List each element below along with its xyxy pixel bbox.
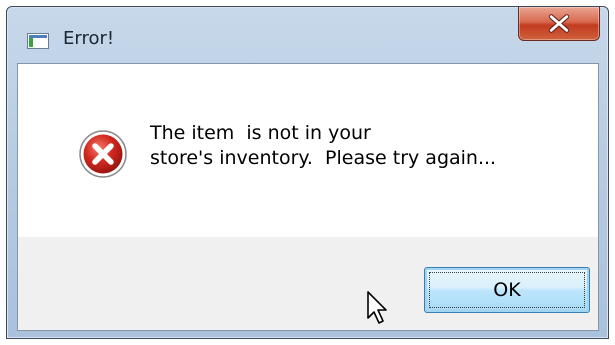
button-bar: OK xyxy=(18,237,598,330)
ok-button[interactable]: OK xyxy=(424,267,590,313)
error-dialog-window: Error! The item is not in your store's i… xyxy=(6,6,609,339)
title-bar[interactable]: Error! xyxy=(7,7,608,63)
error-message: The item is not in your store's inventor… xyxy=(150,121,496,171)
message-line-2: store's inventory. Please try again... xyxy=(150,147,497,169)
window-app-icon xyxy=(27,33,49,49)
error-icon xyxy=(79,130,127,178)
dialog-client-area: The item is not in your store's inventor… xyxy=(17,63,599,331)
window-title: Error! xyxy=(63,28,115,49)
message-area: The item is not in your store's inventor… xyxy=(18,64,598,237)
close-icon xyxy=(548,14,570,33)
ok-button-label: OK xyxy=(493,279,521,301)
message-line-1: The item is not in your xyxy=(150,122,371,144)
mouse-pointer-icon xyxy=(367,291,387,324)
close-button[interactable] xyxy=(518,7,600,41)
